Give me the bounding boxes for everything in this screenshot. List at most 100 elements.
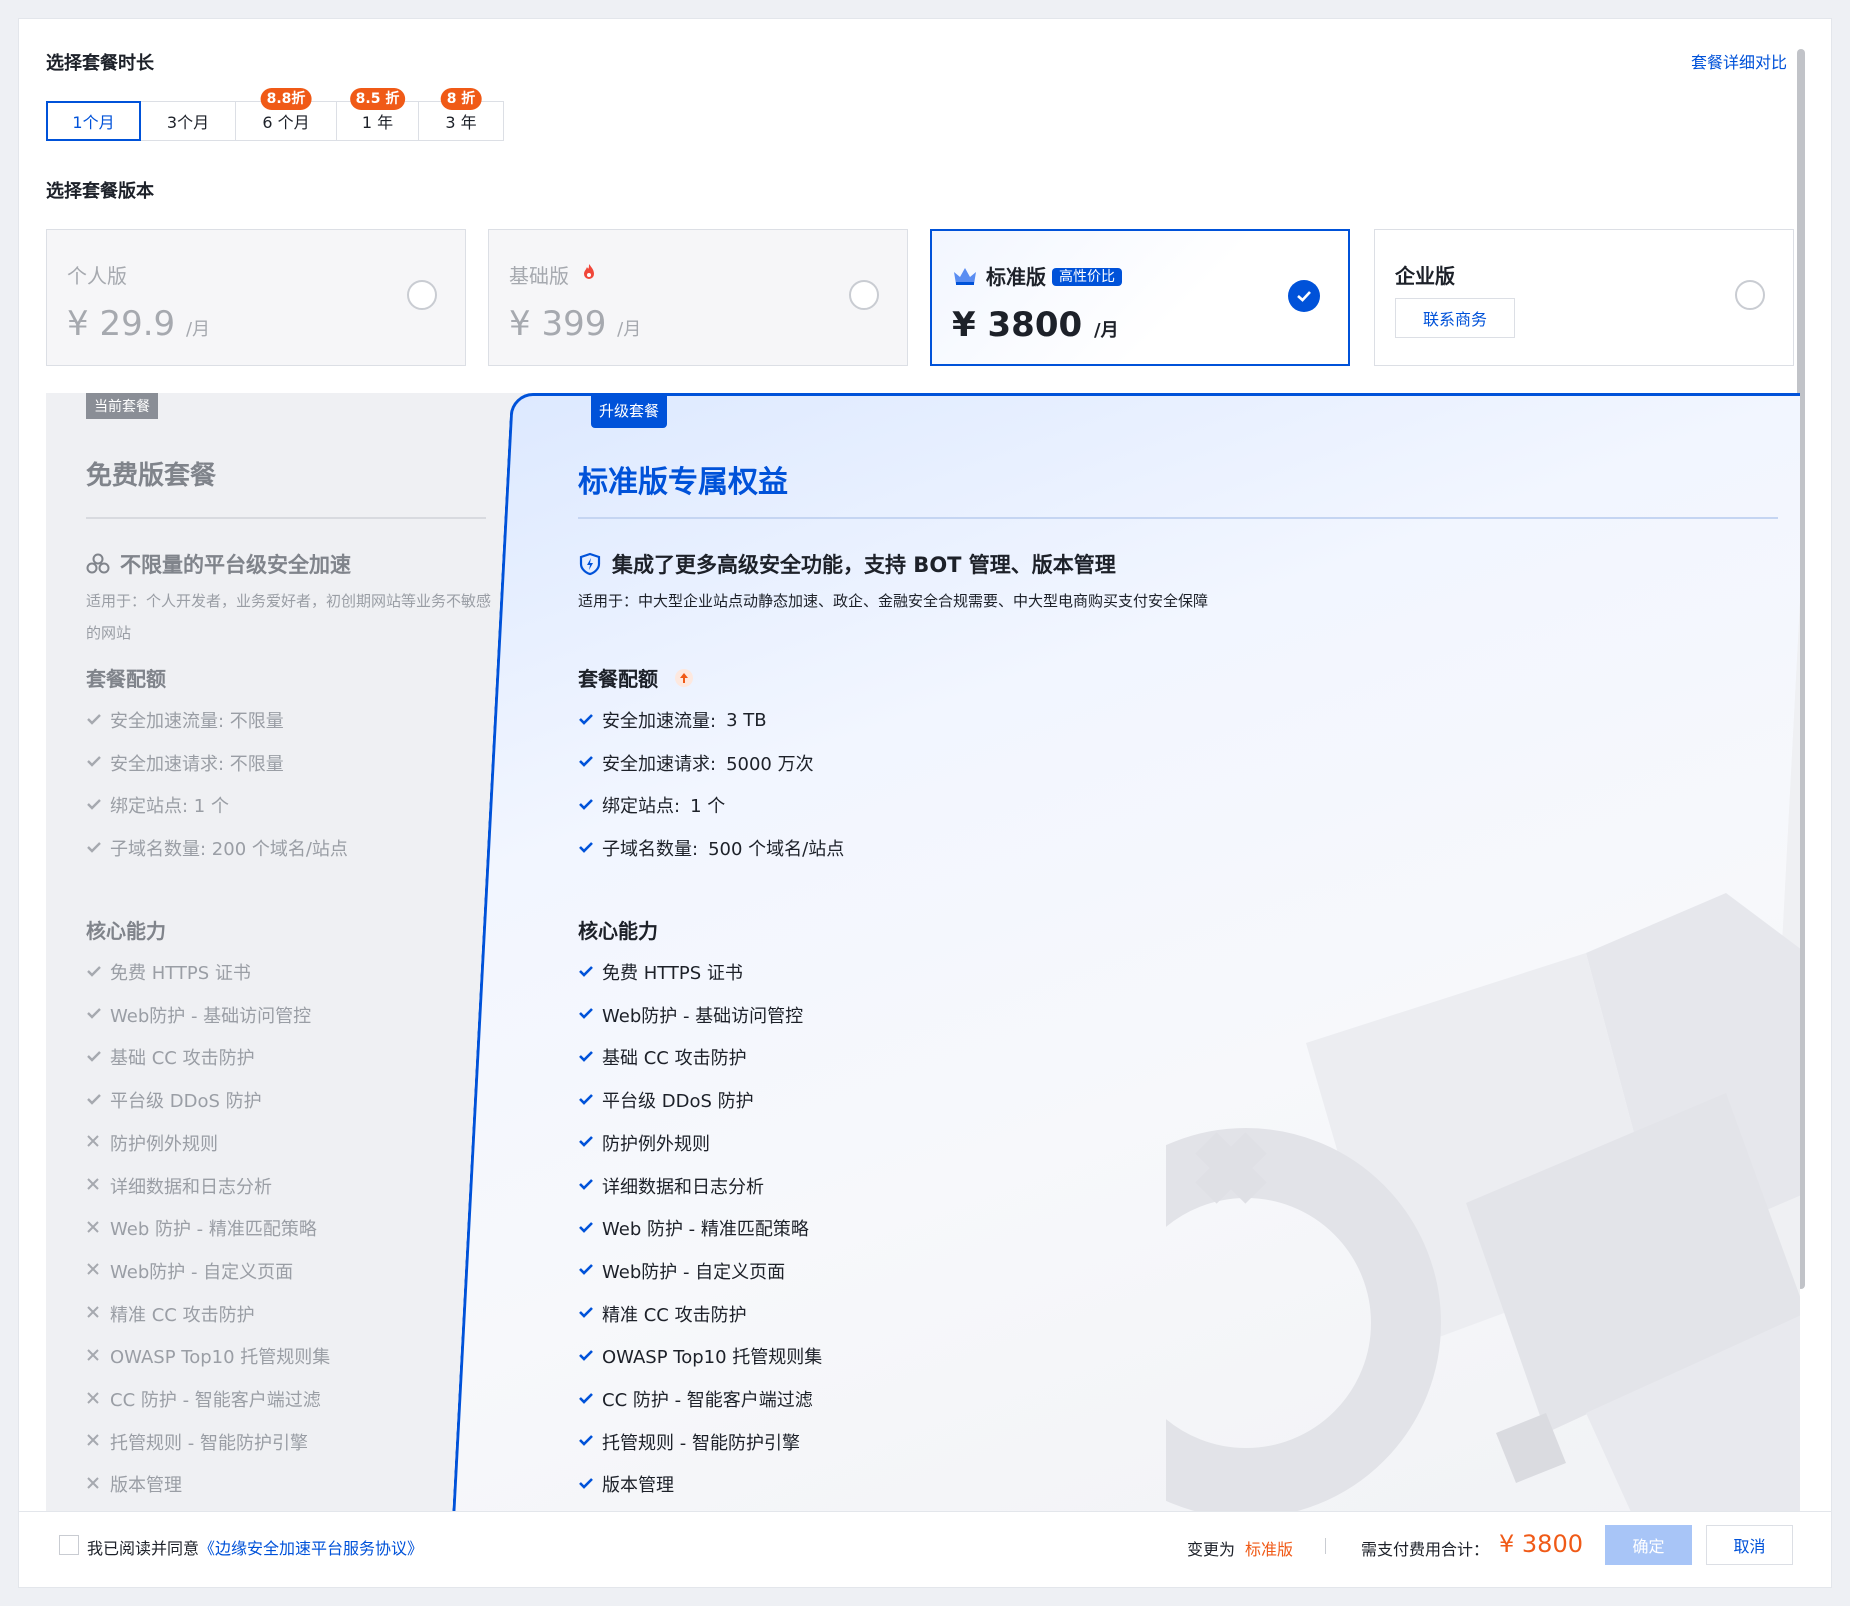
agreement-link[interactable]: 《边缘安全加速平台服务协议》 (199, 1539, 423, 1558)
upgrade-quota-title: 套餐配额 (578, 663, 693, 692)
tab-3-months[interactable]: 3个月 (140, 101, 236, 141)
arrow-up-icon (674, 669, 693, 687)
plan-radio[interactable] (849, 280, 879, 310)
plan-name: 企业版 (1395, 264, 1455, 288)
check-icon (86, 1004, 110, 1025)
feature-item: 基础 CC 攻击防护 (86, 1044, 255, 1070)
feature-item: Web防护 - 基础访问管控 (578, 1002, 803, 1028)
cross-icon (86, 1175, 110, 1196)
feature-item: OWASP Top10 托管规则集 (578, 1343, 822, 1369)
feature-text: Web防护 - 基础访问管控 (110, 1005, 312, 1027)
feature-item: 安全加速请求: 不限量 (86, 750, 284, 776)
check-icon (578, 1389, 602, 1410)
current-plan-badge: 当前套餐 (86, 393, 158, 419)
feature-text: OWASP Top10 托管规则集 (110, 1347, 331, 1369)
compare-plans-link[interactable]: 套餐详细对比 (1691, 49, 1787, 73)
plan-name: 个人版 (67, 264, 127, 288)
feature-text: 子域名数量: (602, 839, 699, 861)
plan-price: ¥ 29.9 /月 (67, 304, 211, 344)
feature-item: CC 防护 - 智能客户端过滤 (578, 1386, 813, 1412)
feature-text: 平台级 DDoS 防护 (110, 1091, 262, 1113)
feature-item: 绑定站点: 1 个 (86, 792, 229, 818)
current-feature-desc: 适用于：个人开发者，业务爱好者，初创期网站等业务不敏感的网站 (86, 592, 492, 642)
tab-3-years[interactable]: 8 折 3 年 (418, 88, 504, 141)
feature-text: 基础 CC 攻击防护 (602, 1048, 747, 1070)
contact-sales-button[interactable]: 联系商务 (1395, 298, 1515, 338)
feature-text: OWASP Top10 托管规则集 (602, 1347, 823, 1369)
feature-item: OWASP Top10 托管规则集 (86, 1343, 330, 1369)
total-label: 需支付费用合计： (1361, 1540, 1490, 1559)
plan-upgrade-dialog: 选择套餐时长 套餐详细对比 1个月 3个月 8.8折 6 个月 8.5 折 1 … (18, 18, 1832, 1588)
feature-item: 免费 HTTPS 证书 (578, 959, 743, 985)
plan-radio[interactable] (1735, 280, 1765, 310)
cancel-button[interactable]: 取消 (1706, 1525, 1793, 1565)
feature-text: Web防护 - 基础访问管控 (602, 1005, 804, 1027)
divider (578, 517, 1778, 519)
check-icon (578, 962, 602, 983)
feature-text: 防护例外规则 (110, 1133, 218, 1155)
divider (86, 517, 486, 519)
feature-item: 版本管理 (578, 1471, 674, 1497)
check-icon (578, 795, 602, 816)
tab-6-months[interactable]: 8.8折 6 个月 (235, 88, 337, 141)
check-icon (578, 710, 602, 731)
feature-text: 绑定站点: 1 个 (110, 796, 229, 818)
check-icon (86, 962, 110, 983)
current-quota-title: 套餐配额 (86, 667, 166, 691)
tab-label: 6 个月 (262, 113, 310, 132)
feature-text: Web防护 - 自定义页面 (110, 1261, 294, 1283)
plan-card-standard[interactable]: 标准版 高性价比 ¥ 3800 /月 (930, 229, 1350, 366)
check-icon (578, 1474, 602, 1495)
check-icon (86, 752, 110, 773)
feature-text: 精准 CC 攻击防护 (110, 1304, 255, 1326)
feature-text: 免费 HTTPS 证书 (602, 963, 743, 984)
feature-item: 绑定站点: 1 个 (578, 792, 725, 818)
value-badge: 高性价比 (1052, 268, 1122, 286)
version-section-title: 选择套餐版本 (46, 181, 154, 202)
feature-item: Web防护 - 自定义页面 (578, 1258, 785, 1284)
feature-text: 安全加速流量: 不限量 (110, 711, 284, 732)
plan-radio[interactable] (407, 280, 437, 310)
feature-item: Web 防护 - 精准匹配策略 (86, 1215, 317, 1241)
divider (1325, 1538, 1326, 1554)
tab-1-year[interactable]: 8.5 折 1 年 (336, 88, 419, 141)
discount-badge: 8 折 (440, 88, 482, 110)
decorative-illustration (1166, 893, 1800, 1515)
feature-item: 托管规则 - 智能防护引擎 (578, 1429, 800, 1455)
cross-icon (86, 1260, 110, 1281)
confirm-button[interactable]: 确定 (1605, 1525, 1692, 1565)
selected-check-icon[interactable] (1288, 280, 1320, 312)
feature-text: 详细数据和日志分析 (602, 1176, 764, 1198)
duration-tabs: 1个月 3个月 8.8折 6 个月 8.5 折 1 年 8 折 3 年 (46, 88, 504, 141)
feature-text: 版本管理 (602, 1475, 674, 1497)
feature-text: Web 防护 - 精准匹配策略 (110, 1219, 317, 1241)
change-to-value: 标准版 (1245, 1540, 1294, 1559)
check-icon (578, 1004, 602, 1025)
check-icon (86, 795, 110, 816)
upgrade-plan-badge: 升级套餐 (591, 393, 668, 428)
feature-item: 详细数据和日志分析 (86, 1173, 272, 1199)
change-to-label: 变更为 (1187, 1540, 1236, 1559)
feature-text: Web防护 - 自定义页面 (602, 1261, 786, 1283)
check-icon (578, 1047, 602, 1068)
feature-text: 绑定站点: (602, 796, 681, 818)
tab-1-month[interactable]: 1个月 (46, 101, 141, 141)
feature-item: 精准 CC 攻击防护 (578, 1301, 747, 1327)
feature-item: 版本管理 (86, 1471, 182, 1497)
plan-card-basic[interactable]: 基础版 ¥ 399 /月 (488, 229, 908, 366)
cross-icon (86, 1431, 110, 1452)
cross-icon (86, 1132, 110, 1153)
cross-icon (86, 1389, 110, 1410)
plan-card-personal[interactable]: 个人版 ¥ 29.9 /月 (46, 229, 466, 366)
agree-checkbox[interactable] (59, 1535, 79, 1555)
feature-item: CC 防护 - 智能客户端过滤 (86, 1386, 321, 1412)
feature-text: 安全加速流量: (602, 711, 717, 732)
feature-item: 精准 CC 攻击防护 (86, 1301, 255, 1327)
plan-price: ¥ 399 /月 (509, 304, 642, 344)
feature-text: 版本管理 (110, 1475, 182, 1497)
current-plan-title: 免费版套餐 (86, 461, 217, 491)
feature-item: 托管规则 - 智能防护引擎 (86, 1429, 308, 1455)
plan-card-enterprise[interactable]: 企业版 联系商务 (1374, 229, 1794, 366)
check-icon (578, 1431, 602, 1452)
cross-icon (86, 1218, 110, 1239)
